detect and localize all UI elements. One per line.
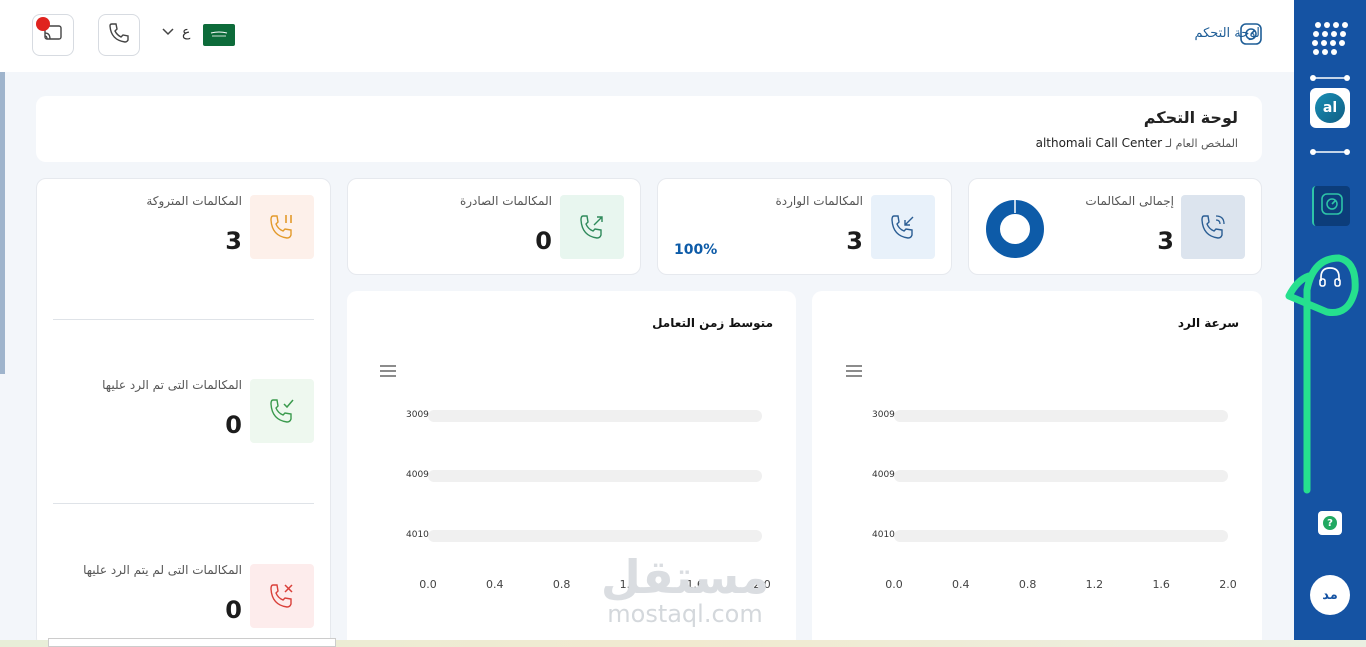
watermark-arabic: مستقل (600, 550, 770, 604)
subtitle-prefix: الملخص العام لـ (1165, 137, 1238, 150)
page-title: لوحة التحكم (1143, 108, 1238, 127)
user-avatar[interactable]: مد (1310, 575, 1350, 615)
phone-icon (107, 21, 131, 49)
stat-value-outgoing: 0 (535, 227, 552, 255)
x-tick-label: 0.8 (552, 578, 571, 591)
hamburger-icon[interactable] (380, 362, 396, 377)
x-tick-label: 0.0 (419, 578, 437, 591)
stat-label-total: إجمالى المكالمات (1085, 194, 1174, 208)
column-divider (53, 319, 314, 320)
bar-track (894, 410, 1228, 422)
x-tick-label: 0.4 (486, 578, 504, 591)
bar-track (428, 530, 762, 542)
category-label: 3009 (872, 410, 895, 420)
x-tick-label: 0.4 (952, 578, 970, 591)
x-tick-label: 0.8 (1018, 578, 1037, 591)
x-tick-label: 1.6 (1152, 578, 1170, 591)
company-avatar-text: al (1315, 93, 1345, 123)
company-avatar[interactable]: al (1310, 88, 1350, 128)
stat-label-outgoing: المكالمات الصادرة (459, 194, 552, 208)
phone-button[interactable] (98, 14, 140, 56)
stat-value-unanswered: 0 (225, 596, 242, 624)
stat-value-answered: 0 (225, 411, 242, 439)
category-label: 3009 (406, 410, 429, 420)
unanswered-call-icon (250, 564, 314, 628)
page-subtitle: الملخص العام لـ althomali Call Center (1036, 136, 1238, 150)
stat-label-incoming: المكالمات الواردة (775, 194, 863, 208)
dashboard-icon (1321, 193, 1343, 219)
chart-response-speed: 3009 4009 4010 0.0 0.4 0.8 1.2 1.6 2.0 (860, 400, 1240, 600)
total-calls-icon (1181, 195, 1245, 259)
hamburger-icon[interactable] (846, 362, 862, 377)
category-label: 4009 (406, 470, 429, 480)
bar-track (894, 470, 1228, 482)
incoming-call-icon (871, 195, 935, 259)
stat-label-answered: المكالمات التى تم الرد عليها (102, 378, 242, 392)
watermark-latin: mostaql.com (607, 600, 763, 628)
bar-track (428, 410, 762, 422)
company-name: althomali Call Center (1035, 136, 1163, 150)
incoming-percent: 100% (674, 242, 718, 258)
language-selector[interactable]: ع (162, 24, 190, 40)
sidebar-separator (1310, 67, 1350, 81)
taskbar-window[interactable] (48, 638, 336, 647)
stat-value-incoming: 3 (846, 227, 863, 255)
help-button[interactable]: ? (1318, 511, 1342, 535)
saudi-flag-icon[interactable] (203, 24, 235, 46)
total-donut-chart (984, 198, 1046, 260)
chart-title-avg-handling: متوسط زمن التعامل (652, 316, 773, 330)
dashboard-icon[interactable] (1240, 23, 1262, 45)
bar-track (894, 530, 1228, 542)
category-label: 4010 (872, 530, 895, 540)
help-icon: ? (1323, 516, 1337, 530)
stat-value-total: 3 (1157, 227, 1174, 255)
chevron-down-icon (162, 24, 174, 40)
outgoing-call-icon (560, 195, 624, 259)
x-tick-label: 2.0 (1219, 578, 1237, 591)
category-label: 4010 (406, 530, 429, 540)
page-header-card (36, 96, 1262, 162)
stat-label-abandoned: المكالمات المتروكة (146, 194, 242, 208)
scroll-edge (0, 72, 5, 374)
sidebar-item-dashboard[interactable] (1312, 186, 1350, 226)
stat-label-unanswered: المكالمات التى لم يتم الرد عليها (83, 563, 242, 577)
answered-call-icon (250, 379, 314, 443)
bar-track (428, 470, 762, 482)
language-label: ع (182, 24, 191, 40)
sidebar-separator (1310, 141, 1350, 155)
annotation-arrow (1283, 250, 1361, 494)
stat-value-abandoned: 3 (225, 227, 242, 255)
app-logo-icon[interactable] (1312, 20, 1348, 56)
x-tick-label: 1.2 (1085, 578, 1104, 591)
chart-title-response-speed: سرعة الرد (1177, 316, 1239, 330)
x-tick-label: 0.0 (885, 578, 903, 591)
recording-indicator (36, 17, 50, 31)
top-bar (0, 0, 1294, 72)
watermark: مستقل mostaql.com (600, 552, 770, 634)
category-label: 4009 (872, 470, 895, 480)
abandoned-call-icon (250, 195, 314, 259)
column-divider (53, 503, 314, 504)
